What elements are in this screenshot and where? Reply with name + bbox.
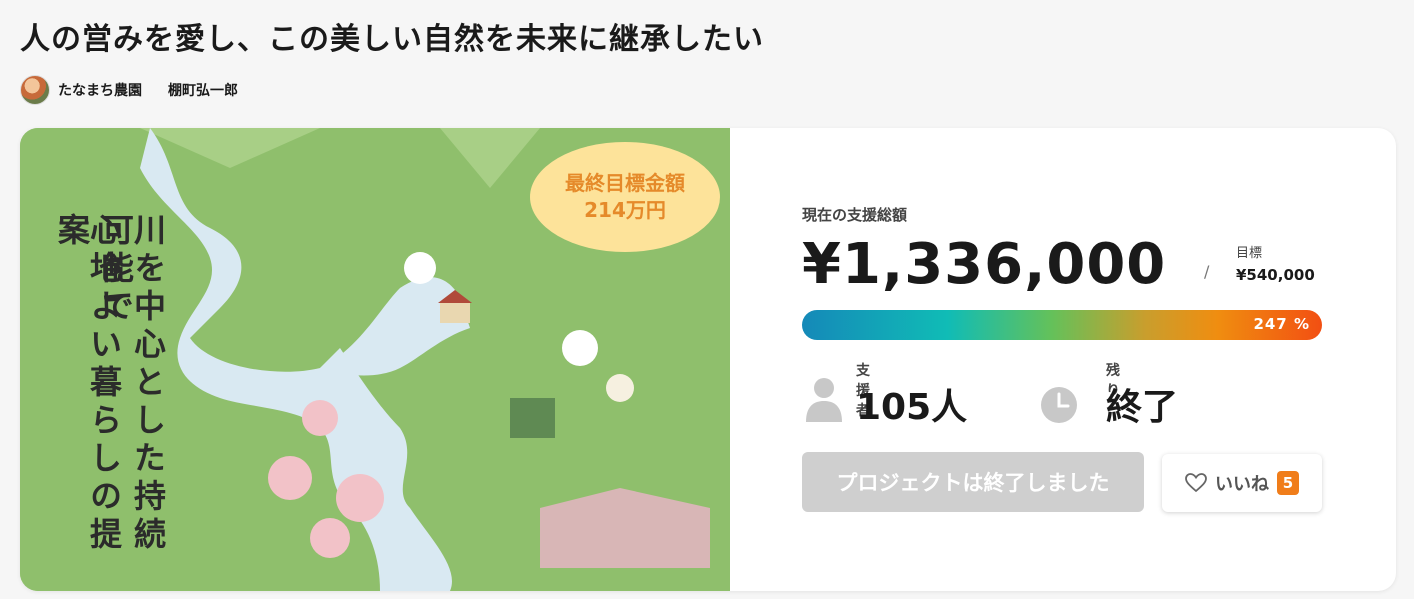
project-title: 人の営みを愛し、この美しい自然を未来に継承したい xyxy=(20,22,764,57)
owner-person-name[interactable]: 棚町弘一郎 xyxy=(168,80,238,100)
project-owner[interactable]: たなまち農園 棚町弘一郎 xyxy=(20,74,238,106)
final-goal-badge: 最終目標金額 214万円 xyxy=(530,142,720,252)
hero-tagline-left: 心地よい暮らしの提案 xyxy=(53,213,123,555)
owner-org-name[interactable]: たなまち農園 xyxy=(58,80,142,100)
supporters-count: 105人 xyxy=(856,387,968,428)
clock-icon xyxy=(1041,387,1077,423)
goal-separator: / xyxy=(1204,262,1210,281)
goal-label: 目標 xyxy=(1236,246,1263,261)
goal-amount: ¥540,000 xyxy=(1236,266,1315,284)
project-ended-button: プロジェクトは終了しました xyxy=(802,452,1144,512)
funding-progress-text: 247 % xyxy=(1253,315,1310,333)
final-goal-badge-amount: 214万円 xyxy=(584,198,666,222)
project-hero-image: 川を中心とした持続可能で 心地よい暮らしの提案 最終目標金額 214万円 xyxy=(20,128,730,591)
like-count-badge: 5 xyxy=(1277,471,1299,495)
funding-progress-bar: 247 % xyxy=(802,310,1322,340)
person-icon xyxy=(806,378,842,422)
funding-progress-fill xyxy=(802,310,1322,340)
final-goal-badge-label: 最終目標金額 xyxy=(565,171,685,195)
like-button[interactable]: いいね 5 xyxy=(1162,454,1322,512)
owner-avatar[interactable] xyxy=(20,75,50,105)
funding-panel: 現在の支援総額 ¥1,336,000 / 目標 ¥540,000 247 % 支… xyxy=(802,128,1362,591)
remaining-value: 終了 xyxy=(1106,387,1179,428)
like-label: いいね xyxy=(1215,474,1269,495)
raised-amount: ¥1,336,000 xyxy=(802,232,1167,297)
heart-icon xyxy=(1185,473,1207,493)
raised-label: 現在の支援総額 xyxy=(802,206,908,224)
project-summary-card: 川を中心とした持続可能で 心地よい暮らしの提案 最終目標金額 214万円 現在の… xyxy=(20,128,1396,591)
